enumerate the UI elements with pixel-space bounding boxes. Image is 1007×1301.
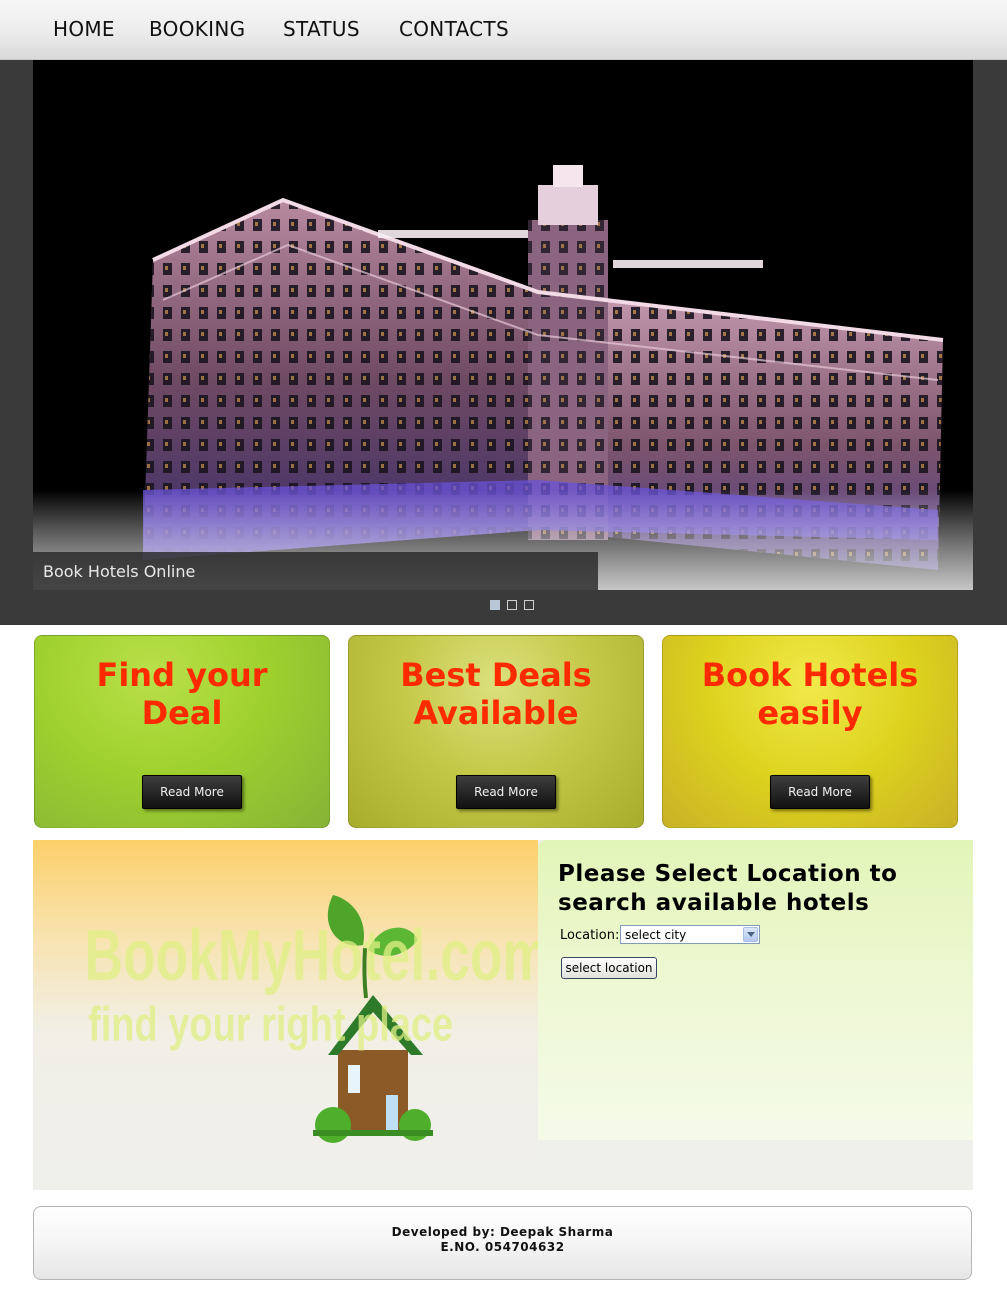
feature-title: Best Deals Available	[349, 656, 643, 732]
feature-title-line2: Available	[413, 694, 579, 732]
search-heading: Please Select Location to search availab…	[558, 860, 897, 918]
feature-title: Book Hotels easily	[663, 656, 957, 732]
slider-dot-3[interactable]	[524, 600, 534, 610]
search-heading-line2: search available hotels	[558, 890, 870, 916]
nav-booking[interactable]: BOOKING	[149, 17, 245, 41]
footer-enrollment: E.NO. 054704632	[440, 1240, 565, 1254]
nav-status[interactable]: STATUS	[283, 17, 360, 41]
search-heading-line1: Please Select Location to	[558, 861, 898, 887]
footer: Developed by: Deepak Sharma E.NO. 054704…	[33, 1206, 972, 1280]
city-select[interactable]: select city	[620, 925, 760, 944]
brand-logo-area: BookMyHotel.com find your right place	[33, 840, 538, 1190]
feature-title-line1: Book Hotels	[701, 656, 919, 694]
feature-box-best-deals: Best Deals Available Read More	[348, 635, 644, 828]
feature-title-line2: Deal	[141, 694, 223, 732]
location-search-form: Please Select Location to search availab…	[538, 840, 973, 1140]
brand-logo: BookMyHotel.com find your right place	[85, 895, 538, 1143]
read-more-button[interactable]: Read More	[770, 775, 870, 809]
slider-dot-1[interactable]	[490, 600, 500, 610]
feature-title-line1: Find your	[96, 656, 268, 694]
slide-caption-text: Book Hotels Online	[43, 562, 196, 581]
hotel-photo	[33, 60, 973, 590]
slide-hotel-image[interactable]: Book Hotels Online	[33, 60, 973, 590]
slide-caption: Book Hotels Online	[33, 552, 598, 590]
image-slider: Book Hotels Online	[0, 60, 1007, 625]
city-select-value: select city	[625, 928, 687, 942]
feature-box-book-hotels: Book Hotels easily Read More	[662, 635, 958, 828]
location-label: Location:	[560, 928, 620, 943]
search-section: BookMyHotel.com find your right place Pl…	[33, 840, 973, 1190]
read-more-button[interactable]: Read More	[142, 775, 242, 809]
chevron-down-icon[interactable]	[743, 927, 758, 942]
nav-home[interactable]: HOME	[53, 17, 115, 41]
feature-title: Find your Deal	[35, 656, 329, 732]
feature-box-find-deal: Find your Deal Read More	[34, 635, 330, 828]
feature-title-line2: easily	[757, 694, 863, 732]
select-location-button[interactable]: select location	[561, 957, 657, 979]
footer-developer: Developed by: Deepak Sharma	[391, 1225, 614, 1239]
top-nav: HOME BOOKING STATUS CONTACTS	[0, 0, 1007, 60]
read-more-button[interactable]: Read More	[456, 775, 556, 809]
nav-contacts[interactable]: CONTACTS	[399, 17, 509, 41]
slider-dot-2[interactable]	[507, 600, 517, 610]
feature-title-line1: Best Deals	[400, 656, 592, 694]
brand-tagline: find your right place	[88, 998, 453, 1051]
brand-logo-text: BookMyHotel.com	[85, 915, 538, 996]
